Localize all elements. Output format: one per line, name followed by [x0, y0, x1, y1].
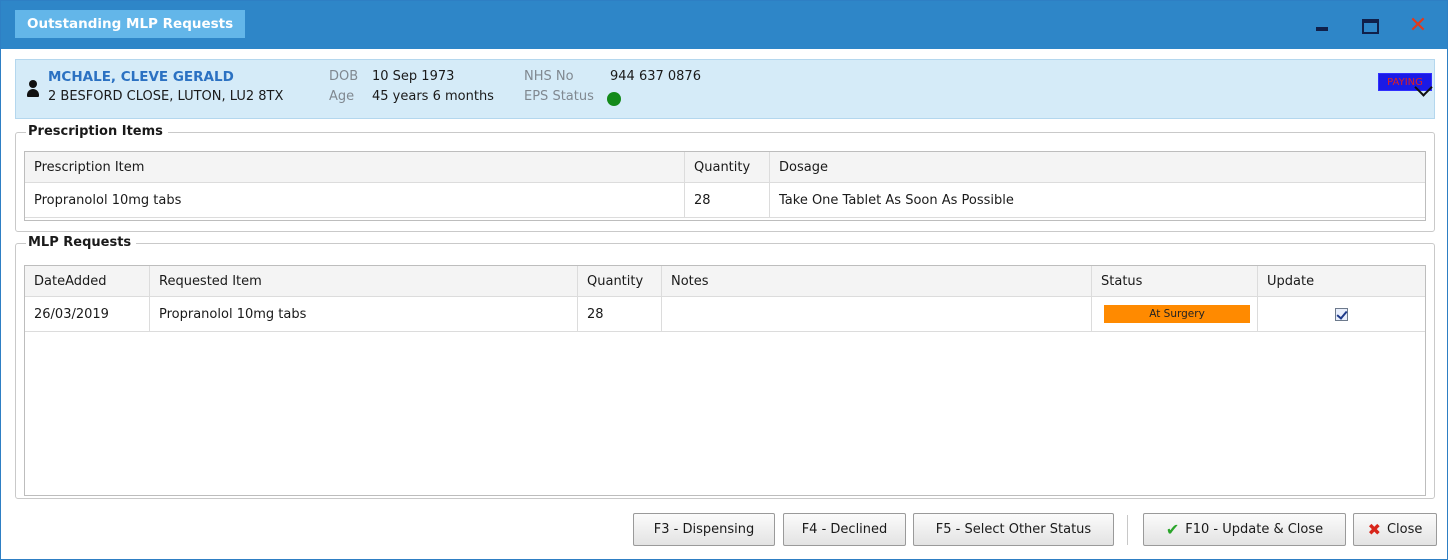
dispensing-button[interactable]: F3 - Dispensing — [633, 513, 775, 546]
mlp-requests-title: MLP Requests — [26, 235, 137, 250]
status-cell[interactable]: At Surgery — [1092, 297, 1258, 331]
column-header[interactable]: DateAdded — [25, 266, 150, 296]
mlp-requests-window: Outstanding MLP Requests ✕ MCHALE, CLEVE… — [0, 0, 1448, 560]
person-icon — [26, 80, 40, 100]
prescription-items-title: Prescription Items — [26, 124, 168, 139]
prescription-item-cell: Propranolol 10mg tabs — [25, 183, 685, 217]
update-checkbox[interactable] — [1335, 307, 1348, 321]
nhs-value: 944 637 0876 — [610, 69, 701, 84]
notes-cell[interactable] — [662, 297, 1092, 331]
requested-item-cell: Propranolol 10mg tabs — [150, 297, 578, 331]
chevron-down-icon[interactable] — [1412, 80, 1434, 102]
select-other-status-button[interactable]: F5 - Select Other Status — [913, 513, 1114, 546]
table-header: Prescription Item Quantity Dosage — [25, 152, 1425, 183]
column-header[interactable]: Update — [1258, 266, 1425, 296]
column-header[interactable]: Quantity — [578, 266, 662, 296]
maximize-icon[interactable] — [1359, 15, 1381, 37]
button-separator — [1127, 515, 1128, 545]
age-value: 45 years 6 months — [372, 89, 494, 104]
column-header[interactable]: Requested Item — [150, 266, 578, 296]
dob-value: 10 Sep 1973 — [372, 69, 455, 84]
dob-label: DOB — [329, 69, 359, 84]
close-window-icon[interactable]: ✕ — [1407, 15, 1429, 37]
column-header[interactable]: Prescription Item — [25, 152, 685, 182]
prescription-items-group: Prescription Items Prescription Item Qua… — [15, 124, 1435, 232]
age-label: Age — [329, 89, 355, 104]
window-title: Outstanding MLP Requests — [15, 10, 246, 38]
quantity-cell: 28 — [685, 183, 770, 217]
dosage-cell: Take One Tablet As Soon As Possible — [779, 192, 1014, 208]
patient-name[interactable]: MCHALE, CLEVE GERALD — [48, 69, 234, 85]
nhs-label: NHS No — [524, 69, 574, 84]
mlp-requests-group: MLP Requests DateAdded Requested Item Qu… — [15, 235, 1435, 499]
declined-button[interactable]: F4 - Declined — [783, 513, 906, 546]
patient-banner: MCHALE, CLEVE GERALD 2 BESFORD CLOSE, LU… — [15, 59, 1435, 119]
quantity-cell: 28 — [578, 297, 662, 331]
mlp-requests-table: DateAdded Requested Item Quantity Notes … — [24, 265, 1426, 496]
eps-status-label: EPS Status — [524, 89, 594, 104]
prescription-items-table: Prescription Item Quantity Dosage Propra… — [24, 151, 1426, 221]
status-badge[interactable]: At Surgery — [1104, 305, 1250, 323]
column-header[interactable]: Dosage — [770, 152, 1425, 182]
table-header: DateAdded Requested Item Quantity Notes … — [25, 266, 1425, 297]
minimize-icon[interactable] — [1311, 15, 1333, 37]
update-close-button[interactable]: ✔ F10 - Update & Close — [1143, 513, 1346, 546]
update-cell — [1258, 297, 1425, 331]
table-row[interactable]: 26/03/2019 Propranolol 10mg tabs 28 At S… — [25, 297, 1425, 332]
date-added-cell: 26/03/2019 — [25, 297, 150, 331]
eps-status-indicator — [607, 92, 621, 106]
column-header[interactable]: Notes — [662, 266, 1092, 296]
column-header[interactable]: Quantity — [685, 152, 770, 182]
update-close-label: F10 - Update & Close — [1185, 522, 1324, 537]
close-icon: ✖ — [1367, 520, 1381, 539]
close-button[interactable]: ✖ Close — [1353, 513, 1437, 546]
checkmark-icon: ✔ — [1165, 520, 1180, 539]
column-header[interactable]: Status — [1092, 266, 1258, 296]
patient-address: 2 BESFORD CLOSE, LUTON, LU2 8TX — [48, 89, 284, 104]
title-bar: Outstanding MLP Requests ✕ — [1, 1, 1447, 49]
close-label: Close — [1386, 522, 1423, 537]
table-row[interactable]: Propranolol 10mg tabs 28 Take One Tablet… — [25, 183, 1425, 218]
